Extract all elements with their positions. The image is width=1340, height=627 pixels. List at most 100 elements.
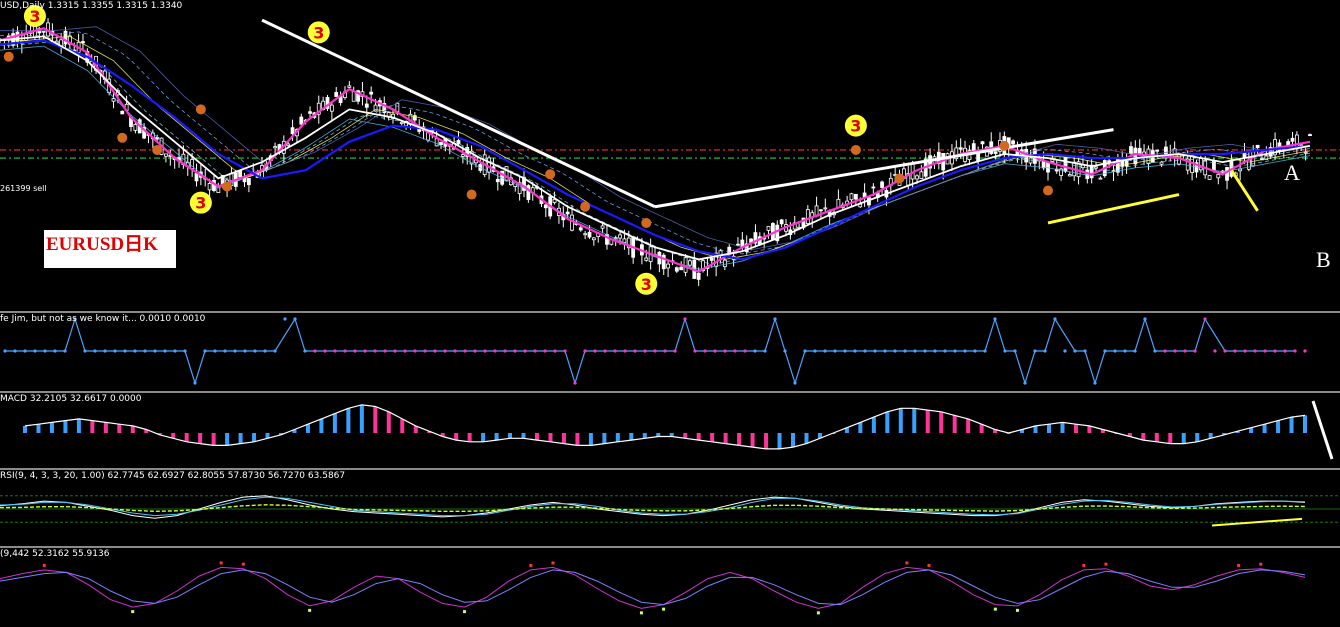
jim-dot (243, 349, 247, 353)
macd-bar (238, 433, 243, 444)
jim-dot (473, 349, 477, 353)
candle-body (1067, 174, 1072, 177)
trend-line (1047, 193, 1180, 225)
signal-dot (641, 217, 652, 228)
candle-body (273, 146, 278, 149)
jim-dot (633, 349, 637, 353)
jim-dot (653, 349, 657, 353)
macd-pane: MACD 32.2105 32.6617 0.0000 (0, 393, 1340, 468)
white-ma-line (0, 35, 1311, 261)
jim-dot (353, 349, 357, 353)
candle-body (958, 147, 963, 150)
jim-dot (583, 349, 587, 353)
candle-body (164, 153, 168, 157)
candle-body (587, 231, 592, 238)
candle-body (543, 204, 548, 209)
jim-dot (1273, 349, 1277, 353)
jim-dot (733, 349, 737, 353)
macd-bar (319, 418, 324, 433)
jim-dot (1293, 349, 1297, 353)
candle-body (600, 225, 605, 229)
candle-body (696, 272, 701, 280)
jim-dot (643, 349, 647, 353)
jim-dot (663, 349, 667, 353)
candle-body (194, 173, 199, 182)
kd-overbought-dot (241, 562, 245, 566)
jim-dot (23, 349, 27, 353)
jim-dot (913, 349, 917, 353)
macd-bar (979, 424, 984, 433)
jim-dot (1193, 349, 1197, 353)
macd-bar (925, 410, 930, 433)
jim-dot (563, 349, 567, 353)
jim-dot (1123, 349, 1127, 353)
jim-dot (43, 349, 47, 353)
kd-indicator (0, 561, 1306, 615)
macd-bar (696, 433, 701, 441)
moving-average-line (0, 41, 1311, 264)
point-b-label: B (1316, 247, 1331, 272)
jim-dot (163, 349, 167, 353)
candle-body (993, 151, 998, 154)
candle-body (591, 237, 596, 241)
kd-overbought-dot (42, 563, 46, 567)
jim-dot (3, 349, 7, 353)
macd-bar (764, 433, 769, 449)
rsi-header: RSI(9, 4, 3, 3, 20, 1.00) 62.7745 62.692… (0, 471, 346, 481)
signal-dot (580, 201, 591, 212)
jim-dot (293, 317, 297, 321)
candle-body (722, 259, 727, 268)
macd-bar (966, 418, 971, 433)
macd-bar (386, 411, 391, 433)
jim-dot (833, 349, 837, 353)
signal-dot (117, 132, 128, 143)
candle-body (1308, 134, 1312, 137)
macd-trend-line (1311, 400, 1334, 460)
macd-bar (252, 433, 257, 442)
macd-bar (521, 433, 526, 439)
jim-dot (1003, 349, 1007, 353)
jim-dot (983, 349, 987, 353)
macd-bar (1289, 417, 1294, 433)
jim-dot (963, 349, 967, 353)
macd-bar (494, 433, 499, 441)
signal-dot (222, 181, 233, 192)
jim-dot (53, 349, 57, 353)
sell-level-label: 261399 sell (0, 184, 47, 193)
jim-dot (1083, 349, 1087, 353)
candle-body (434, 138, 439, 147)
jim-dot (63, 349, 67, 353)
price-chart: 33333 (0, 5, 1340, 295)
jim-line (5, 316, 1295, 386)
jim-dot (763, 349, 767, 353)
macd-bar (602, 433, 607, 444)
candle-body (1137, 147, 1142, 154)
rsi-smooth-line (0, 504, 1306, 513)
jim-dot (703, 349, 707, 353)
signal-dot (894, 173, 905, 184)
jim-dot (283, 317, 287, 321)
candle-body (578, 227, 583, 231)
candle-body (15, 31, 20, 43)
signal-dot (466, 189, 477, 200)
jim-dot (433, 349, 437, 353)
kd-overbought-dot (1237, 563, 1241, 567)
moving-average-line (0, 31, 1311, 255)
jim-dot (683, 317, 687, 321)
jim-dot (183, 349, 187, 353)
trend-line (261, 18, 656, 209)
candle-body (674, 267, 679, 272)
macd-bar (535, 433, 539, 441)
candle-body (351, 90, 356, 102)
kd-overbought-dot (1259, 562, 1263, 566)
candle-body (1063, 156, 1068, 172)
macd-bar (305, 424, 310, 433)
jim-dot (513, 349, 517, 353)
candle-body (980, 141, 985, 145)
kd-overbought-dot (529, 563, 533, 567)
kd-oversold-dot (131, 610, 135, 614)
macd-bar (1073, 424, 1078, 433)
macd-bar (642, 433, 647, 439)
jim-dot (203, 349, 207, 353)
candle-body (41, 30, 46, 33)
